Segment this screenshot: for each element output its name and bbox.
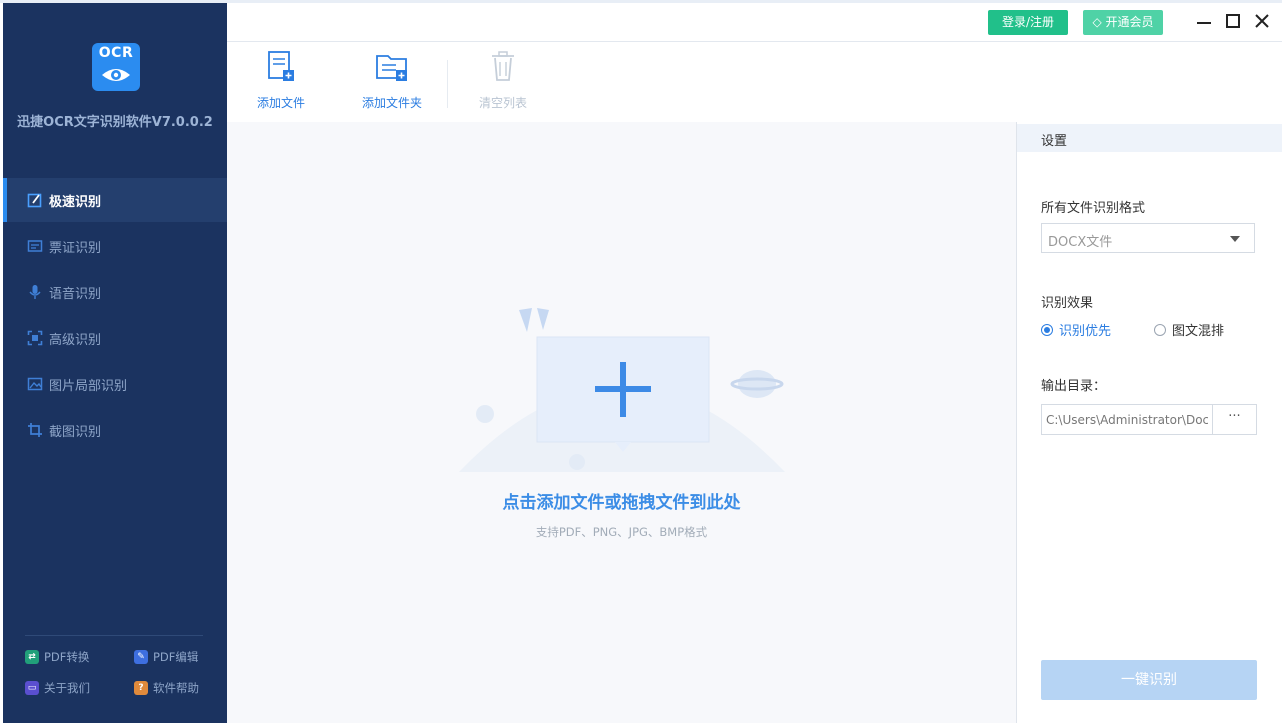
sidebar-item-advanced-ocr[interactable]: 高级识别 (3, 316, 227, 360)
clear-list-label: 清空列表 (478, 96, 527, 110)
radio-selected-icon (1041, 323, 1053, 336)
fast-ocr-icon (27, 192, 43, 208)
vip-label: 开通会员 (1105, 15, 1154, 29)
add-folder-button[interactable]: 添加文件夹 (358, 50, 426, 111)
sidebar-item-label: 票证识别 (49, 240, 102, 256)
add-folder-label: 添加文件夹 (361, 96, 422, 110)
format-value: DOCX文件 (1048, 235, 1113, 250)
app-title: 迅捷OCR文字识别软件V7.0.0.2 (17, 115, 213, 130)
start-recognition-button[interactable]: 一键识别 (1041, 660, 1257, 700)
sidebar-divider (25, 635, 203, 636)
crop-icon (27, 422, 43, 438)
pdf-edit-link[interactable]: ✎ PDF编辑 (134, 649, 198, 665)
footer-label: 软件帮助 (153, 681, 199, 695)
sidebar-item-label: 图片局部识别 (49, 378, 128, 394)
add-file-icon (268, 51, 294, 81)
app-logo: OCR (92, 43, 140, 91)
drop-area-subtitle: 支持PDF、PNG、JPG、BMP格式 (535, 525, 708, 539)
about-icon: ▭ (25, 681, 39, 695)
pdf-edit-icon: ✎ (134, 650, 148, 664)
radio-label: 图文混排 (1172, 324, 1225, 339)
sidebar-item-image-partial-ocr[interactable]: 图片局部识别 (3, 362, 227, 406)
drop-illustration (459, 308, 785, 472)
clear-list-button[interactable]: 清空列表 (477, 50, 529, 111)
sidebar-item-label: 高级识别 (49, 332, 102, 348)
radio-unselected-icon (1154, 323, 1166, 336)
sidebar-item-label: 语音识别 (49, 286, 102, 302)
radio-label: 识别优先 (1059, 324, 1112, 339)
format-label: 所有文件识别格式 (1041, 201, 1146, 216)
sidebar-item-voice-ocr[interactable]: 语音识别 (3, 270, 227, 314)
toolbar-separator (447, 60, 448, 108)
output-label: 输出目录： (1041, 379, 1107, 394)
microphone-icon (27, 284, 43, 300)
diamond-icon: ◇ (1092, 15, 1106, 29)
pdf-convert-icon: ⇄ (25, 650, 39, 664)
ticket-icon (27, 238, 43, 254)
minimize-icon (1197, 22, 1211, 24)
minimize-button[interactable] (1195, 12, 1213, 30)
add-file-button[interactable]: 添加文件 (255, 50, 307, 111)
help-link[interactable]: ? 软件帮助 (134, 680, 199, 696)
trash-icon (492, 51, 514, 81)
eye-icon (102, 69, 130, 81)
maximize-icon (1226, 14, 1240, 28)
image-icon (27, 376, 43, 392)
sidebar: OCR 迅捷OCR文字识别软件V7.0.0.2 极速识别 票证识别 语音识别 高… (3, 3, 227, 723)
chevron-down-icon (1230, 236, 1240, 242)
add-file-label: 添加文件 (256, 96, 305, 110)
sidebar-item-screenshot-ocr[interactable]: 截图识别 (3, 408, 227, 452)
effect-label: 识别效果 (1041, 296, 1094, 311)
sidebar-item-ticket-ocr[interactable]: 票证识别 (3, 224, 227, 268)
header-divider (227, 41, 1282, 42)
browse-button[interactable]: ··· (1212, 404, 1257, 435)
help-icon: ? (134, 681, 148, 695)
login-register-button[interactable]: 登录/注册 (988, 10, 1068, 35)
footer-label: PDF转换 (44, 650, 90, 664)
effect-option-mixed[interactable]: 图文混排 (1154, 320, 1224, 339)
effect-option-priority[interactable]: 识别优先 (1041, 320, 1111, 339)
footer-label: 关于我们 (44, 681, 90, 695)
file-drop-zone[interactable] (227, 122, 1016, 723)
close-button[interactable] (1253, 12, 1271, 30)
format-dropdown[interactable]: DOCX文件 (1041, 223, 1255, 253)
settings-title: 设置 (1041, 134, 1068, 149)
sidebar-item-label: 极速识别 (49, 194, 102, 210)
sidebar-item-label: 截图识别 (49, 424, 102, 440)
sidebar-item-fast-ocr[interactable]: 极速识别 (3, 178, 227, 222)
footer-label: PDF编辑 (153, 650, 199, 664)
about-link[interactable]: ▭ 关于我们 (25, 680, 90, 696)
pdf-convert-link[interactable]: ⇄ PDF转换 (25, 649, 89, 665)
scan-frame-icon (27, 330, 43, 346)
add-folder-icon (376, 55, 407, 81)
vip-button[interactable]: ◇ 开通会员 (1083, 10, 1163, 35)
close-icon (1255, 14, 1269, 28)
logo-text: OCR (98, 45, 134, 61)
drop-area-title[interactable]: 点击添加文件或拖拽文件到此处 (227, 488, 1016, 513)
maximize-button[interactable] (1224, 12, 1242, 30)
output-path-input[interactable] (1041, 404, 1213, 435)
